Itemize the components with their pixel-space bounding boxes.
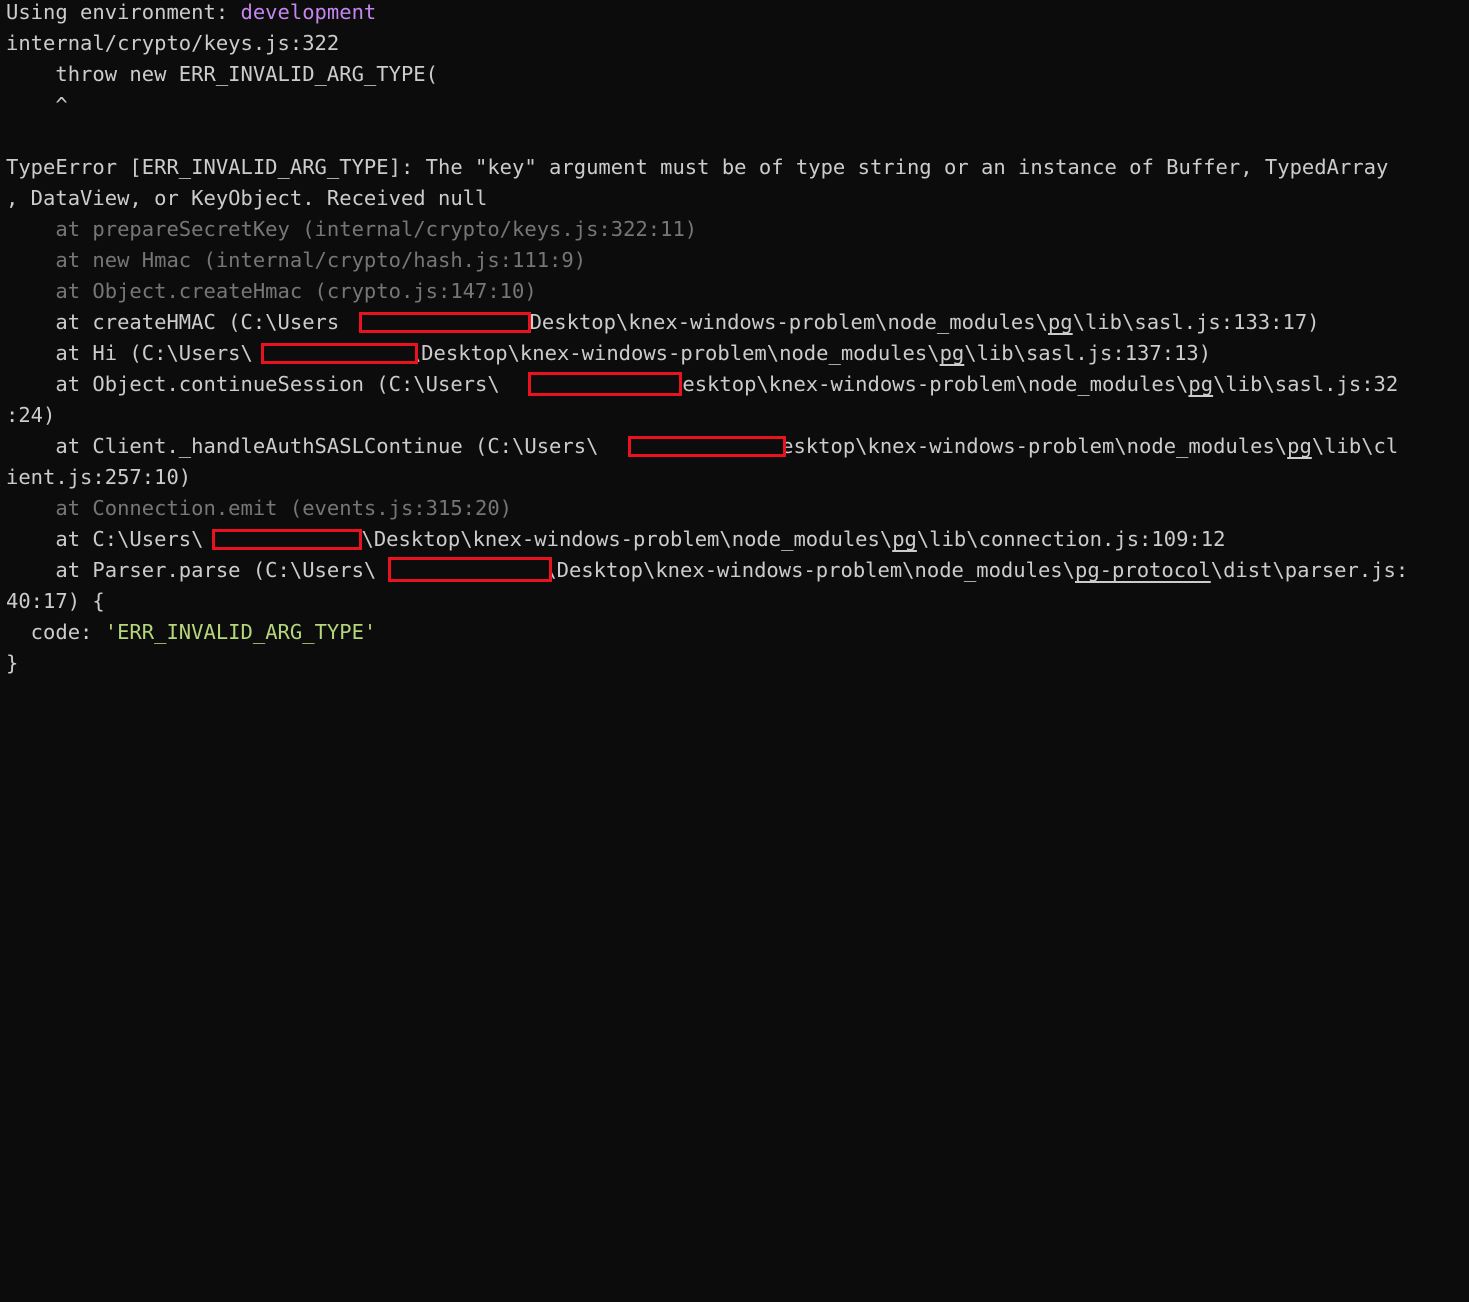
module-link[interactable]: pg	[1287, 434, 1312, 458]
stack-frame: at createHMAC (C:\Users \Desktop\knex-win…	[6, 307, 1320, 338]
frame-prefix: at Object.continueSession (C:\Users\	[6, 372, 500, 396]
throw-line: throw new ERR_INVALID_ARG_TYPE(	[6, 62, 438, 86]
stack-frame: at Object.createHmac (crypto.js:147:10)	[6, 279, 537, 303]
stack-frame-cont: 40:17) {	[6, 589, 105, 613]
frame-file: \dist\parser.js:	[1210, 558, 1409, 582]
caret-line: ^	[6, 93, 68, 117]
module-link[interactable]: pg	[940, 341, 965, 365]
frame-file: \lib\sasl.js:32	[1213, 372, 1399, 396]
frame-path: \Desktop\knex-windows-problem\node_modul…	[544, 558, 1075, 582]
frame-path: \Desktop\knex-windows-problem\node_modul…	[408, 341, 940, 365]
frame-path: \Desktop\knex-windows-problem\node_modul…	[517, 310, 1048, 334]
redaction-box	[359, 312, 531, 333]
terminal-window[interactable]: Using environment: development internal/…	[0, 0, 1469, 684]
env-label: Using environment:	[6, 0, 241, 24]
frame-prefix: at Parser.parse (C:\Users\	[6, 558, 377, 582]
module-link[interactable]: pg-protocol	[1075, 558, 1211, 582]
frame-prefix: at Client._handleAuthSASLContinue (C:\Us…	[6, 434, 599, 458]
stack-frame: at prepareSecretKey (internal/crypto/key…	[6, 217, 698, 241]
error-message: TypeError [ERR_INVALID_ARG_TYPE]: The "k…	[6, 155, 1389, 179]
frame-prefix: at createHMAC (C:\Users	[6, 310, 340, 334]
stack-frame: at C:\Users\ \Desktop\knex-windows-proble…	[6, 524, 1225, 555]
redaction-box	[528, 372, 682, 396]
redaction-box	[628, 436, 786, 457]
stack-frame: at Connection.emit (events.js:315:20)	[6, 496, 513, 520]
frame-file: \lib\sasl.js:133:17)	[1072, 310, 1320, 334]
stack-frame-cont: :24)	[6, 403, 56, 427]
frame-path: \Desktop\knex-windows-problem\node_modul…	[361, 527, 893, 551]
env-value: development	[240, 0, 377, 24]
module-link[interactable]: pg	[1188, 372, 1213, 396]
error-location: internal/crypto/keys.js:322	[6, 31, 340, 55]
frame-file: \lib\connection.js:109:12	[916, 527, 1226, 551]
closing-brace: }	[6, 651, 19, 675]
stack-frame-cont: ient.js:257:10)	[6, 465, 192, 489]
stack-frame: at new Hmac (internal/crypto/hash.js:111…	[6, 248, 587, 272]
redaction-box	[261, 343, 418, 364]
frame-file: \lib\sasl.js:137:13)	[964, 341, 1212, 365]
code-value: 'ERR_INVALID_ARG_TYPE'	[104, 620, 377, 644]
stack-frame: at Object.continueSession (C:\Users\ \Des…	[6, 369, 1398, 400]
error-message-cont: , DataView, or KeyObject. Received null	[6, 186, 488, 210]
frame-path: \Desktop\knex-windows-problem\node_modul…	[756, 434, 1288, 458]
env-line: Using environment: development	[6, 0, 376, 28]
error-code-line: code: 'ERR_INVALID_ARG_TYPE'	[6, 617, 377, 648]
module-link[interactable]: pg	[1048, 310, 1073, 334]
stack-frame: at Parser.parse (C:\Users\ \Desktop\knex-…	[6, 555, 1408, 586]
frame-prefix: at Hi (C:\Users\	[6, 341, 253, 365]
frame-prefix: at C:\Users\	[6, 527, 204, 551]
code-key: code:	[6, 620, 105, 644]
stack-frame: at Hi (C:\Users\ \Desktop\knex-windows-pr…	[6, 338, 1211, 369]
module-link[interactable]: pg	[892, 527, 917, 551]
frame-file: \lib\cl	[1311, 434, 1399, 458]
redaction-box	[212, 529, 362, 550]
frame-path: \Desktop\knex-windows-problem\node_modul…	[657, 372, 1189, 396]
redaction-box	[388, 557, 552, 582]
